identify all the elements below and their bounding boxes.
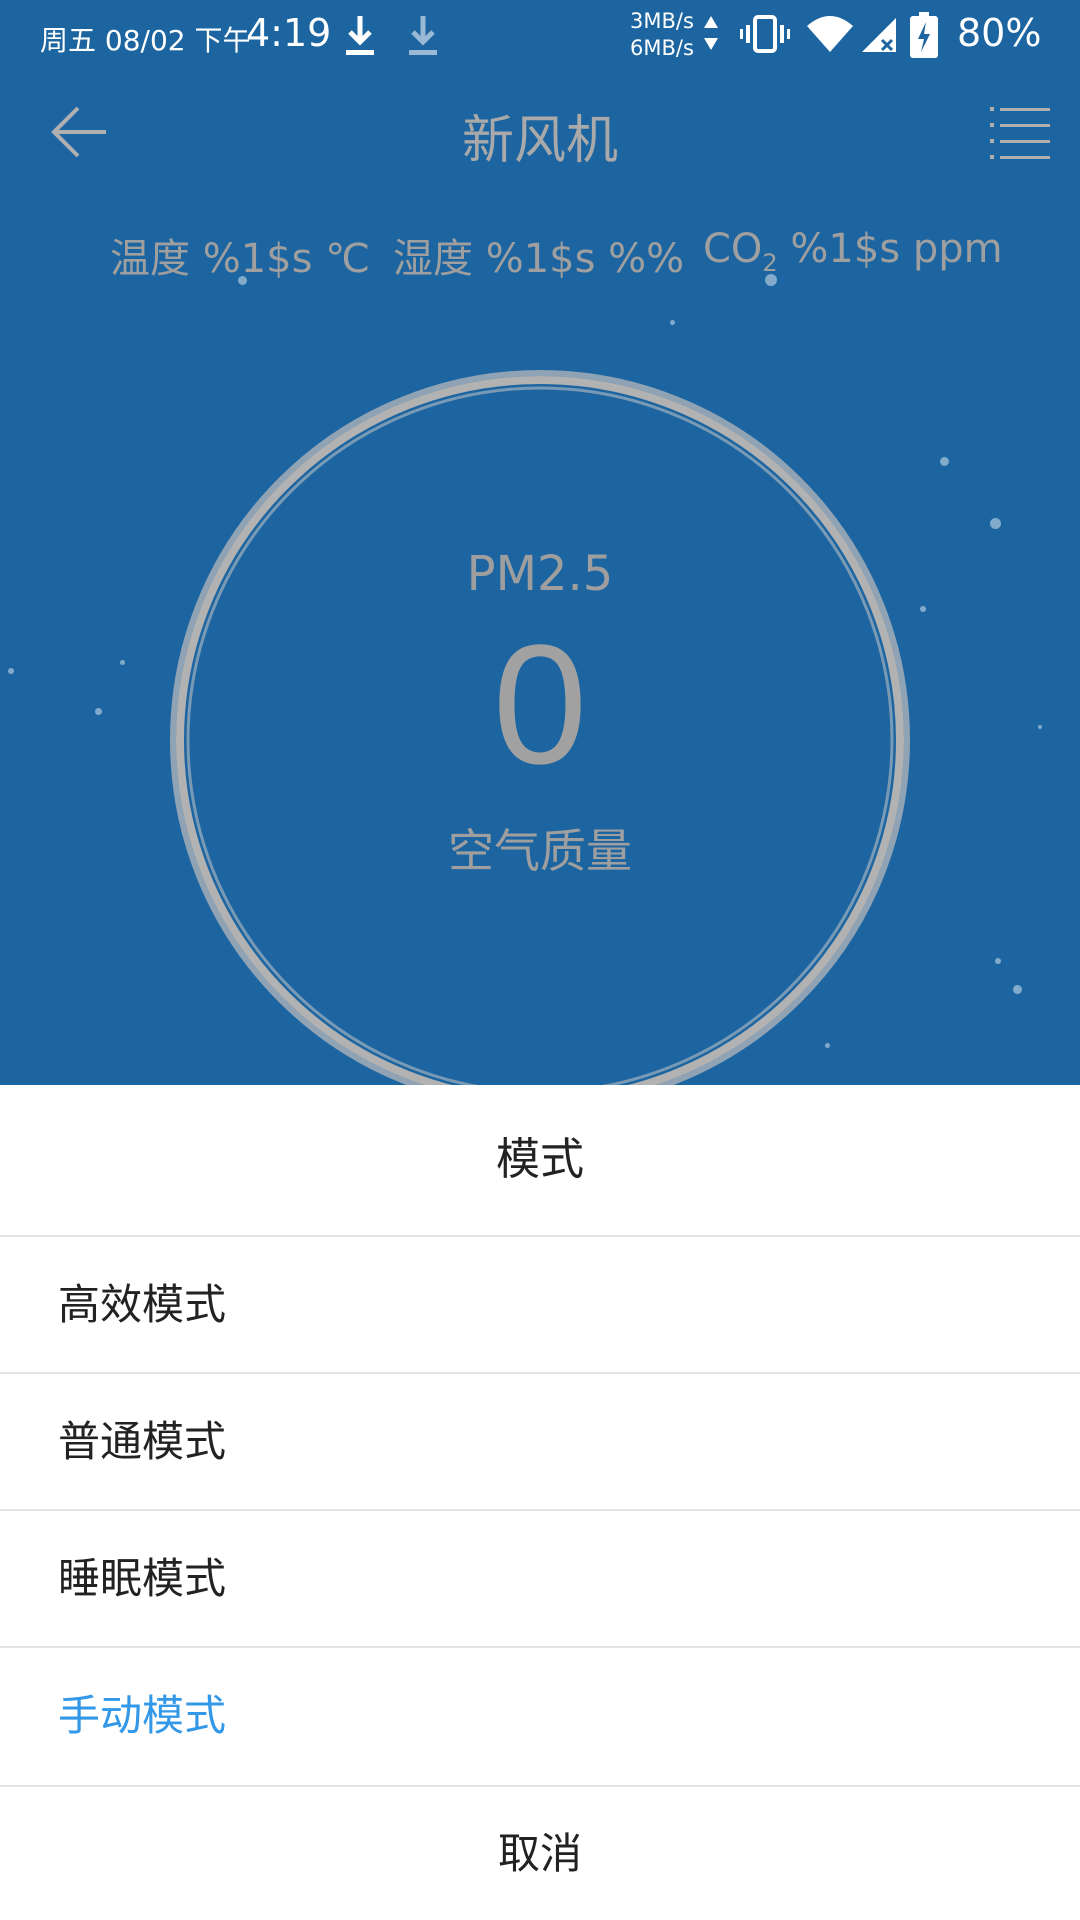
mode-bottom-sheet: 模式 高效模式 普通模式 睡眠模式 手动模式 取消 xyxy=(0,1085,1080,1920)
cancel-button[interactable]: 取消 xyxy=(0,1787,1080,1920)
wifi-icon xyxy=(807,16,853,52)
mode-item-efficient[interactable]: 高效模式 xyxy=(0,1237,1080,1372)
download-icon xyxy=(409,16,437,55)
network-speed-arrows-icon xyxy=(704,16,718,50)
co2-label: CO2 xyxy=(703,226,778,277)
vibrate-icon xyxy=(740,15,790,53)
page-title: 新风机 xyxy=(461,111,618,171)
co2-value: %1$s ppm xyxy=(777,226,1003,272)
battery-percent: 80% xyxy=(957,11,1042,55)
status-time: 4:19 xyxy=(246,11,332,55)
decor-dot xyxy=(765,274,777,286)
signal-no-service-icon xyxy=(862,18,896,52)
mode-item-manual[interactable]: 手动模式 xyxy=(0,1648,1080,1783)
sheet-title: 模式 xyxy=(496,1134,584,1185)
decor-dot xyxy=(990,518,1001,529)
co2-reading: CO2 %1$s ppm xyxy=(703,226,1003,277)
decor-dot xyxy=(670,320,675,325)
network-speed: 3MB/s 6MB/s xyxy=(630,8,694,62)
status-date: 周五 08/02 下午 xyxy=(40,24,251,57)
list-menu-icon[interactable] xyxy=(988,100,1052,164)
battery-charging-icon xyxy=(910,12,938,58)
air-quality-label: 空气质量 xyxy=(448,824,632,878)
decor-dot xyxy=(1013,985,1022,994)
decor-dot xyxy=(995,958,1001,964)
mode-item-normal[interactable]: 普通模式 xyxy=(0,1374,1080,1509)
humidity-reading: 湿度 %1$s %% xyxy=(393,236,685,282)
decor-dot xyxy=(940,457,949,466)
pm25-value: 0 xyxy=(492,610,588,800)
pm25-label: PM2.5 xyxy=(466,546,614,602)
net-down-speed: 6MB/s xyxy=(630,36,694,60)
net-up-speed: 3MB/s xyxy=(630,9,694,33)
co2-subscript: 2 xyxy=(762,249,778,277)
status-bar: 周五 08/02 下午 4:19 3MB/s 6MB/s 80% xyxy=(0,0,1080,70)
download-icon xyxy=(346,16,374,55)
mode-item-sleep[interactable]: 睡眠模式 xyxy=(0,1511,1080,1646)
decor-dot xyxy=(238,276,247,285)
